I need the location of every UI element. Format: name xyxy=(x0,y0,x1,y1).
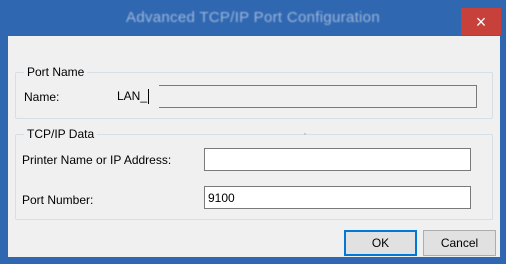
decorative-dot xyxy=(304,133,306,135)
window-title: Advanced TCP/IP Port Configuration xyxy=(126,9,380,26)
tcpip-data-legend: TCP/IP Data xyxy=(24,127,98,141)
dialog-client-area: Port Name Name: LAN_ TCP/IP Data Printer… xyxy=(8,36,500,257)
close-icon: × xyxy=(475,11,487,32)
port-name-field-border xyxy=(159,85,477,108)
port-name-value: LAN_ xyxy=(117,89,148,103)
ok-button[interactable]: OK xyxy=(344,230,417,256)
address-input[interactable] xyxy=(204,148,471,171)
address-label: Printer Name or IP Address: xyxy=(22,153,172,167)
title-bar[interactable]: Advanced TCP/IP Port Configuration × xyxy=(0,0,506,35)
name-label: Name: xyxy=(24,90,60,104)
text-caret xyxy=(148,89,150,104)
port-number-label: Port Number: xyxy=(22,193,94,207)
port-number-input[interactable] xyxy=(204,186,471,209)
cancel-button[interactable]: Cancel xyxy=(423,230,496,256)
port-name-legend: Port Name xyxy=(24,65,88,79)
dialog-window: Advanced TCP/IP Port Configuration × Por… xyxy=(0,0,506,264)
close-button[interactable]: × xyxy=(461,8,501,35)
